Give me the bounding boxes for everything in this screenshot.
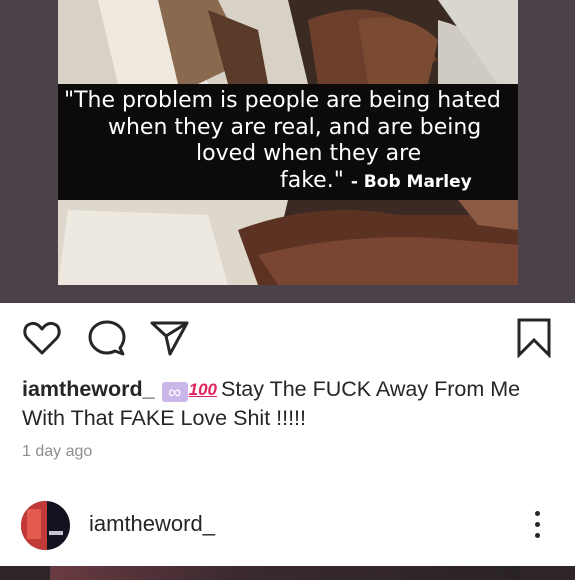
- caption-username[interactable]: iamtheword_: [22, 377, 155, 401]
- quote-line-2: when they are real, and are being: [108, 114, 482, 140]
- post-action-bar: [0, 303, 575, 373]
- quote-line-3: loved when they are: [196, 141, 422, 166]
- post-username[interactable]: iamtheword_: [89, 511, 215, 537]
- post-caption: iamtheword_ ∞ 100 Stay The FUCK Away From …: [22, 375, 562, 433]
- caption-text-line-2: With That FAKE Love Shit !!!!!: [22, 406, 307, 430]
- bookmark-icon[interactable]: [517, 318, 551, 358]
- post-media-frame: "The problem is people are being hated w…: [0, 0, 575, 303]
- quote-line-4: fake." - Bob Marley: [58, 168, 518, 196]
- quote-line-4-text: fake.": [280, 167, 351, 193]
- post-image[interactable]: "The problem is people are being hated w…: [58, 0, 518, 285]
- post-header: iamtheword_: [0, 490, 575, 560]
- hundred-points-emoji: 100: [188, 380, 217, 399]
- comment-icon[interactable]: [87, 318, 127, 358]
- infinity-emoji: ∞: [161, 382, 188, 402]
- post-image[interactable]: [0, 566, 575, 580]
- more-options-icon[interactable]: [531, 511, 543, 541]
- quote-text: "The problem is people are being hated w…: [58, 88, 518, 195]
- avatar[interactable]: [21, 501, 70, 550]
- quote-author: - Bob Marley: [350, 171, 472, 192]
- caption-text-line-1: Stay The FUCK Away From Me: [220, 377, 521, 401]
- quote-line-1: "The problem is people are being hated: [64, 88, 501, 113]
- share-icon[interactable]: [150, 318, 190, 358]
- post-timestamp: 1 day ago: [22, 443, 93, 460]
- heart-icon[interactable]: [22, 318, 62, 358]
